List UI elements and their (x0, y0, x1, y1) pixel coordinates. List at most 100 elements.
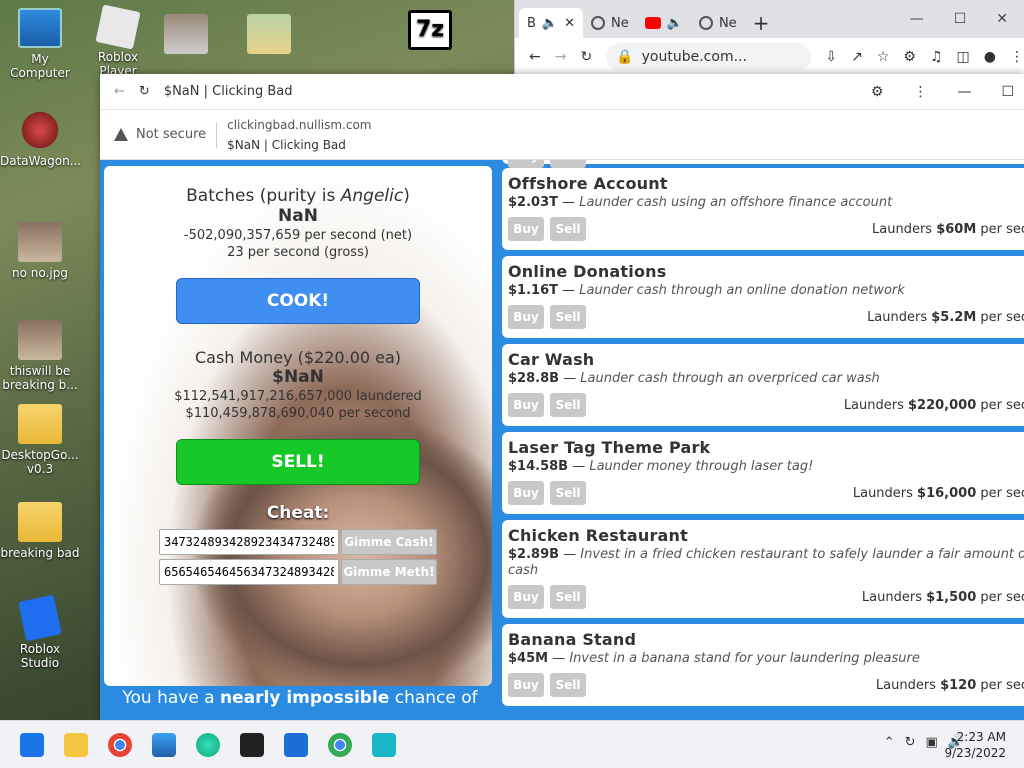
breaking-bad-video-shortcut[interactable]: thiswill be breaking b... (0, 320, 80, 392)
item-description: $2.03T — Launder cash using an offshore … (508, 195, 893, 210)
file-explorer-icon[interactable] (64, 733, 88, 757)
roblox-player-shortcut[interactable]: Roblox Player (78, 4, 158, 78)
cheat-label: Cheat: (266, 503, 330, 523)
menu-icon[interactable]: ⋮ (1010, 49, 1024, 65)
star-icon[interactable]: ☆ (877, 49, 890, 65)
clock[interactable]: 2:23 AM 9/23/2022 (944, 729, 1006, 761)
buy-button[interactable]: Buy (508, 160, 544, 168)
purity-value: Angelic (340, 186, 404, 206)
lock-icon: 🔒 (616, 49, 634, 65)
speaker-icon: 🔈 (666, 15, 683, 31)
maximize-icon[interactable]: ☐ (1001, 84, 1014, 100)
back-arrow-icon[interactable]: ← (529, 49, 541, 65)
sell-button[interactable]: SELL! (176, 439, 420, 485)
gimme-meth-button[interactable]: Gimme Meth! (341, 559, 437, 585)
close-icon[interactable]: ✕ (996, 11, 1008, 27)
list-item: Chicken Restaurant $2.89B — Invest in a … (502, 520, 1024, 618)
store-icon[interactable] (284, 733, 308, 757)
my-computer-shortcut[interactable]: My Computer (0, 8, 80, 80)
maximize-icon[interactable]: ☐ (954, 11, 967, 27)
cheat-cash-input[interactable] (159, 529, 339, 555)
flask-app-icon[interactable] (372, 733, 396, 757)
sync-icon[interactable]: ↻ (905, 735, 916, 750)
photo-shortcut[interactable] (156, 14, 216, 58)
security-indicator[interactable]: Not secure (114, 121, 218, 148)
sell-item-button[interactable]: Sell (550, 481, 586, 505)
desktopgoose-folder[interactable]: DesktopGo... v0.3 (0, 404, 80, 476)
forward-arrow-icon[interactable]: → (555, 49, 567, 65)
roblox-studio-shortcut[interactable]: Roblox Studio (0, 594, 80, 670)
sell-item-button[interactable]: Sell (550, 393, 586, 417)
reload-icon[interactable]: ↻ (580, 49, 592, 65)
start-button-icon[interactable] (20, 733, 44, 757)
media-icon[interactable]: ♫ (930, 49, 943, 65)
close-icon[interactable]: ✕ (564, 16, 575, 31)
sell-item-button[interactable]: Sell (550, 585, 586, 609)
minimize-icon[interactable]: — (910, 11, 924, 27)
profile-icon[interactable]: ● (984, 49, 996, 65)
cook-button[interactable]: COOK! (176, 278, 420, 324)
terminal-icon[interactable] (240, 733, 264, 757)
sell-item-button[interactable]: Sell (550, 217, 586, 241)
buy-button[interactable]: Buy (508, 481, 544, 505)
launder-list: Buy Sell Offshore Account $2.03T — Laund… (502, 160, 1024, 720)
item-description: $1.16T — Launder cash through an online … (508, 283, 905, 298)
cheat-meth-input[interactable] (159, 559, 339, 585)
chevron-up-icon[interactable]: ⌃ (884, 735, 895, 750)
security-label: Not secure (136, 127, 207, 142)
menu-icon[interactable]: ⋮ (913, 84, 927, 100)
minimize-icon[interactable]: — (957, 84, 971, 100)
list-item: Online Donations $1.16T — Launder cash t… (502, 256, 1024, 338)
image-shortcut[interactable] (234, 14, 304, 58)
extensions-icon[interactable]: ⚙ (871, 84, 884, 100)
no-no-jpg-shortcut[interactable]: no no.jpg (0, 222, 80, 280)
warning-icon (114, 128, 128, 141)
gimme-cash-button[interactable]: Gimme Cash! (341, 529, 437, 555)
chrome-icon[interactable] (108, 733, 132, 757)
seven-zip-shortcut[interactable]: 7z (400, 10, 460, 54)
item-name: Chicken Restaurant (508, 526, 688, 545)
gross-rate: 23 per second (gross) (227, 245, 369, 260)
sell-item-button[interactable]: Sell (550, 160, 586, 168)
address-bar[interactable]: 🔒 youtube.com... (606, 43, 812, 71)
tab-youtube[interactable]: 🔈 (637, 8, 691, 38)
list-item: Laser Tag Theme Park $14.58B — Launder m… (502, 432, 1024, 514)
image-file-icon (18, 222, 62, 262)
edge-icon[interactable] (196, 733, 220, 757)
sidebar-icon[interactable]: ◫ (957, 49, 970, 65)
sell-item-button[interactable]: Sell (550, 673, 586, 697)
photos-icon[interactable] (152, 733, 176, 757)
desktop-icon-label: thiswill be breaking b... (2, 364, 78, 392)
network-icon[interactable]: ▣ (926, 735, 938, 750)
sell-item-button[interactable]: Sell (550, 305, 586, 329)
buy-button[interactable]: Buy (508, 673, 544, 697)
site-info-bar: Not secure clickingbad.nullism.com $NaN … (100, 110, 1024, 160)
cash-value: $NaN (272, 367, 324, 387)
app-browser-window[interactable]: ← ↻ $NaN | Clicking Bad ⚙ ⋮ — ☐ Not secu… (100, 74, 1024, 720)
share-icon[interactable]: ↗ (851, 49, 863, 65)
install-icon[interactable]: ⇩ (825, 49, 837, 65)
tab-news-2[interactable]: Ne (691, 8, 745, 38)
cook-sell-panel: Batches (purity is Angelic) NaN -502,090… (104, 166, 492, 686)
launder-rate: Launders $120 per seco (875, 677, 1024, 693)
image-thumbnail-icon (247, 14, 291, 54)
buy-button[interactable]: Buy (508, 585, 544, 609)
buy-button[interactable]: Buy (508, 217, 544, 241)
tab-news-1[interactable]: Ne (583, 8, 637, 38)
buy-button[interactable]: Buy (508, 393, 544, 417)
background-browser-window[interactable]: B 🔈 ✕ Ne 🔈 Ne + — ☐ ✕ ← → ↻ 🔒 youtube.co… (514, 0, 1024, 76)
tab-strip: B 🔈 ✕ Ne 🔈 Ne + — ☐ ✕ (515, 0, 1024, 38)
datawagon-shortcut[interactable]: DataWagon... (0, 110, 81, 168)
extensions-icon[interactable]: ⚙ (903, 49, 916, 65)
back-arrow-icon[interactable]: ← (114, 84, 125, 99)
new-tab-button[interactable]: + (745, 8, 778, 38)
tab-youtube-audio[interactable]: B 🔈 ✕ (519, 8, 584, 38)
net-rate: -502,090,357,659 per second (net) (183, 228, 413, 243)
buy-button[interactable]: Buy (508, 305, 544, 329)
video-file-icon (18, 320, 62, 360)
chrome-icon[interactable] (328, 733, 352, 757)
breaking-bad-folder[interactable]: breaking bad (0, 502, 80, 560)
item-description: $14.58B — Launder money through laser ta… (508, 459, 814, 474)
reload-icon[interactable]: ↻ (139, 84, 150, 99)
tab-title: B (527, 15, 536, 31)
